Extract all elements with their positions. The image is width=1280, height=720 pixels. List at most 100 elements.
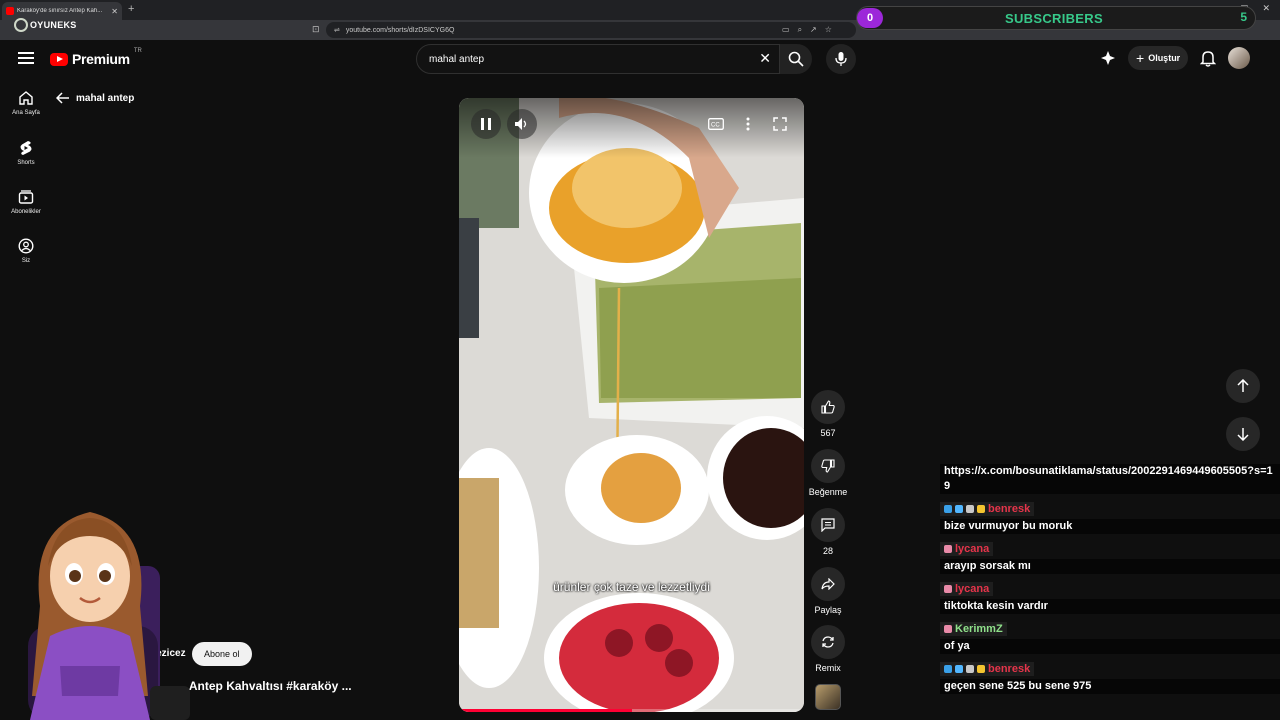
dislike-button[interactable] <box>811 449 845 483</box>
url-text: youtube.com/shorts/dIzDSICYG6Q <box>345 26 455 34</box>
chat-username: benresk <box>988 503 1031 515</box>
shorts-video-player[interactable]: CC ürünler çok taze ve lezzetliydi <box>459 98 804 712</box>
subscribe-button[interactable]: Abone ol <box>192 642 252 666</box>
captions-button[interactable]: CC <box>701 109 731 139</box>
new-tab-icon[interactable]: + <box>128 3 134 15</box>
dislike-action[interactable]: Beğenme <box>808 449 848 497</box>
oyuneks-text: OYUNEKS <box>30 20 77 30</box>
chat-message: KerimmZ of ya <box>940 620 1280 654</box>
plus-icon: + <box>1136 50 1145 66</box>
site-info-icon[interactable]: ⇌ <box>334 26 340 34</box>
chat-text: of ya <box>940 639 1280 654</box>
gemini-sparkle-icon[interactable] <box>1100 50 1116 66</box>
zoom-icon[interactable]: ⌕ <box>798 25 802 35</box>
sidebar-item-label: Ana Sayfa <box>12 110 40 116</box>
pause-button[interactable] <box>471 109 501 139</box>
chat-user-row: lycana <box>940 542 994 556</box>
youtube-logo[interactable]: Premium TR <box>50 48 142 67</box>
header-right: + Oluştur <box>1100 46 1251 70</box>
create-button[interactable]: + Oluştur <box>1128 46 1189 70</box>
remix-icon <box>822 636 834 648</box>
chat-username: lycana <box>955 583 990 595</box>
live-chat: https://x.com/bosunatiklama/status/20022… <box>940 464 1280 700</box>
thumbs-up-icon <box>821 400 835 414</box>
chat-badge-icon <box>966 665 974 673</box>
search-button[interactable] <box>780 44 812 74</box>
comments-button[interactable] <box>811 508 845 542</box>
logo-text: Premium <box>72 51 130 67</box>
more-options-button[interactable] <box>733 109 763 139</box>
chat-user-row: KerimmZ <box>940 622 1007 636</box>
url-box[interactable]: ⇌ youtube.com/shorts/dIzDSICYG6Q <box>326 22 856 38</box>
notifications-bell-icon[interactable] <box>1200 49 1217 67</box>
fullscreen-icon <box>773 117 787 131</box>
chat-message: lycana tiktokta kesin vardır <box>940 580 1280 614</box>
share-label: Paylaş <box>814 605 842 615</box>
account-icon <box>18 238 34 254</box>
dislike-label: Beğenme <box>808 487 848 497</box>
chat-badge-icon <box>944 585 952 593</box>
more-vertical-icon <box>746 117 750 131</box>
like-button[interactable] <box>811 390 845 424</box>
share-page-icon[interactable]: ↗ <box>810 25 817 35</box>
svg-text:CC: CC <box>711 123 720 129</box>
video-progress-bar[interactable] <box>459 709 804 712</box>
close-tab-icon[interactable]: ✕ <box>111 7 118 16</box>
youtube-play-icon <box>50 52 68 66</box>
subscriber-goal: 5 <box>1240 10 1247 24</box>
oyuneks-logo: OYUNEKS <box>14 18 77 32</box>
avatar[interactable] <box>1228 47 1251 69</box>
fullscreen-button[interactable] <box>765 109 795 139</box>
mute-button[interactable] <box>507 109 537 139</box>
remix-action[interactable]: Remix <box>810 625 846 673</box>
oyuneks-mark-icon <box>14 18 28 32</box>
back-to-search[interactable]: mahal antep <box>56 92 134 104</box>
voice-search-button[interactable] <box>826 44 856 74</box>
sidebar-item-shorts[interactable]: Shorts <box>4 140 48 166</box>
shorts-icon <box>20 141 32 155</box>
comments-action[interactable]: 28 <box>810 508 846 556</box>
streamer-avatar-illustration <box>28 512 190 720</box>
chat-badge-icon <box>944 545 952 553</box>
chat-message: lycana arayıp sorsak mı <box>940 540 1280 574</box>
menu-icon[interactable] <box>18 52 34 64</box>
chat-badge-icon <box>955 505 963 513</box>
star-icon[interactable]: ☆ <box>825 25 832 35</box>
sound-thumbnail[interactable] <box>815 684 841 710</box>
volume-icon <box>515 118 527 130</box>
video-title[interactable]: ... Antep Kahvaltısı #karaköy ... <box>176 679 352 693</box>
sidebar-item-label: Shorts <box>17 160 35 166</box>
clear-search-icon[interactable]: ✕ <box>759 50 771 67</box>
youtube-favicon-icon <box>6 7 14 15</box>
sidebar-item-you[interactable]: Siz <box>4 238 48 264</box>
chat-message: https://x.com/bosunatiklama/status/20022… <box>940 464 1280 494</box>
chat-text: https://x.com/bosunatiklama/status/20022… <box>940 464 1280 494</box>
chat-badge-icon <box>944 665 952 673</box>
chat-username: benresk <box>988 663 1031 675</box>
sidebar-item-home[interactable]: Ana Sayfa <box>4 90 48 116</box>
chat-badge-icon <box>944 505 952 513</box>
chat-user-row: benresk <box>940 502 1035 516</box>
next-short-button[interactable] <box>1226 417 1260 451</box>
remix-button[interactable] <box>811 625 845 659</box>
address-bar-icons: ▭ ⌕ ↗ ☆ <box>782 25 832 35</box>
captions-icon: CC <box>708 118 724 130</box>
cast-icon[interactable]: ▭ <box>782 25 790 35</box>
bookmark-icon[interactable]: ⊡ <box>312 24 320 35</box>
chat-badge-icon <box>944 625 952 633</box>
chat-user-row: lycana <box>940 582 994 596</box>
back-label: mahal antep <box>76 92 135 104</box>
share-action[interactable]: Paylaş <box>810 567 846 615</box>
like-action[interactable]: 567 <box>810 390 846 438</box>
search-input[interactable]: mahal antep ✕ <box>416 44 780 74</box>
comment-count: 28 <box>822 546 833 556</box>
create-label: Oluştur <box>1148 53 1181 63</box>
microphone-icon <box>835 52 847 66</box>
search-query: mahal antep <box>429 53 485 65</box>
share-button[interactable] <box>811 567 845 601</box>
comment-icon <box>821 518 835 532</box>
previous-short-button[interactable] <box>1226 369 1260 403</box>
sidebar-item-subscriptions[interactable]: Abonelikler <box>4 189 48 215</box>
close-window-icon[interactable]: ✕ <box>1262 3 1270 14</box>
subscriptions-icon <box>18 190 34 204</box>
